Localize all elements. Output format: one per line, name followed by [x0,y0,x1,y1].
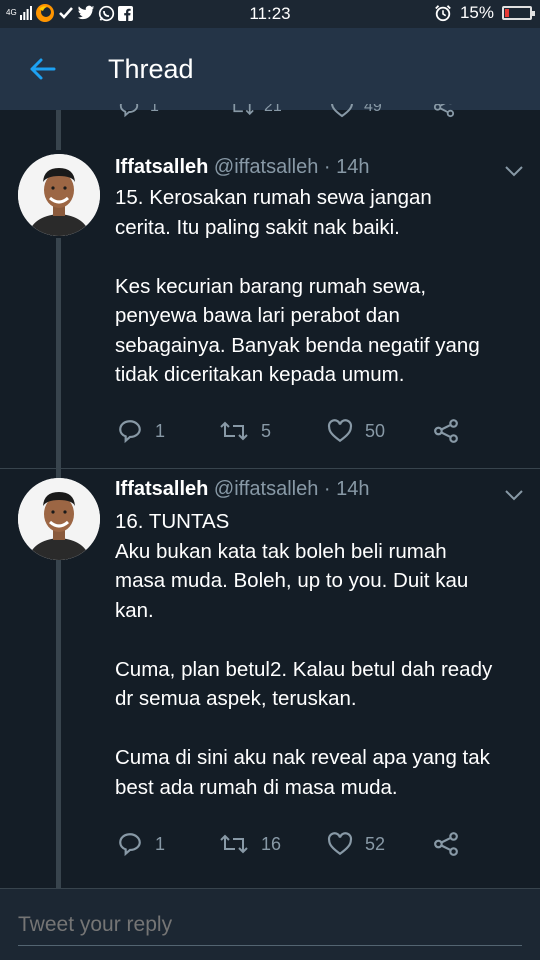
reply-icon [119,833,141,857]
avatar[interactable] [18,478,100,560]
retweet-count: 5 [261,420,272,441]
tweet-text-line: best ada rumah di masa muda. [115,775,398,799]
tweet-text-line: kan. [115,598,154,622]
reply-input[interactable] [18,913,522,946]
tweet-text-line: tidak diceritakan kepada umum. [115,363,405,386]
retweet-button[interactable]: 5 [219,416,271,446]
like-count: 50 [365,420,386,441]
tweet-header: Iffatsalleh @iffatsalleh · 14h [115,478,370,501]
reply-icon [119,420,141,444]
battery-percent: 15% [459,3,494,22]
like-button[interactable]: 50 [327,416,385,446]
reply-button[interactable]: 1 [117,829,165,859]
tweet-text-line: dr semua aspek, teruskan. [115,687,357,710]
share-button[interactable] [433,416,459,446]
retweet-count: 21 [264,104,282,115]
avatar[interactable] [18,154,100,236]
page-title: Thread [108,54,194,84]
retweet-button[interactable]: 16 [219,829,281,859]
user-handle[interactable]: @iffatsalleh [214,478,318,500]
retweet-count: 16 [261,833,282,854]
alarm-clock-icon [434,4,452,22]
reply-icon[interactable]: 1 [118,104,159,118]
like-count: 49 [364,104,382,115]
reply-count: 1 [155,420,166,441]
tweet-text-line: Kes kecurian barang rumah sewa, [115,274,427,298]
tweet-time: · 14h [323,478,370,500]
tweet-text: 16. TUNTAS Aku bukan kata tak boleh beli… [115,507,530,802]
tweet-text-line: sebagainya. Banyak benda negatif yang [115,333,480,357]
tweet-text: 15. Kerosakan rumah sewa jangan cerita. … [115,183,530,390]
retweet-icon [220,421,248,441]
retweet-icon [220,834,248,854]
tweet-header: Iffatsalleh @iffatsalleh · 14h [115,156,370,179]
status-bar: 4G 11:23 15% [0,0,540,28]
back-button[interactable] [22,52,62,86]
tweet-text-line: Aku bukan kata tak boleh beli rumah [115,539,447,563]
tweet-text-line: masa muda. Boleh, up to you. Duit kau [115,569,469,592]
tweet-card[interactable]: Iffatsalleh @iffatsalleh · 14h 15. Keros… [0,150,540,468]
reply-count: 1 [150,104,159,115]
display-name[interactable]: Iffatsalleh [115,478,208,500]
arrow-left-icon [30,58,56,80]
tweet-time: · 14h [323,156,370,178]
retweet-icon[interactable]: 21 [230,104,282,118]
user-handle[interactable]: @iffatsalleh [214,156,318,178]
heart-icon [327,832,353,856]
tweet-text-line: Cuma di sini aku nak reveal apa yang tak [115,746,490,769]
tweet-menu-button[interactable] [504,164,524,178]
user-portrait-icon [18,478,100,560]
tweet-card[interactable]: Iffatsalleh @iffatsalleh · 14h 16. TUNTA… [0,474,540,884]
tweet-text-line: 15. Kerosakan rumah sewa jangan [115,186,432,209]
tweet-actions: 1 16 52 [115,829,475,859]
tweet-text-line: 16. TUNTAS [115,510,230,533]
like-button[interactable]: 52 [327,829,385,859]
tweet-text-line: Cuma, plan betul2. Kalau betul dah ready [115,657,493,681]
user-portrait-icon [18,154,100,236]
like-count: 52 [365,833,386,854]
chevron-down-icon [505,166,523,177]
display-name[interactable]: Iffatsalleh [115,156,208,178]
thread-connector-line [56,110,61,150]
share-button[interactable] [433,829,459,859]
tweet-divider [0,468,540,469]
reply-composer [0,888,540,960]
tweet-menu-button[interactable] [504,488,524,502]
tweet-text-line: cerita. Itu paling sakit nak baiki. [115,215,400,239]
share-icon[interactable] [432,104,456,118]
battery-icon [502,6,535,20]
reply-count: 1 [155,833,166,854]
tweet-text-line: penyewa bawa lari perabot dan [115,304,400,327]
heart-icon [327,419,353,443]
tweet-actions: 1 5 50 [115,416,475,446]
previous-tweet-actions: 1 21 49 [110,104,490,120]
share-icon [434,832,458,856]
app-header: Thread [0,28,540,110]
heart-icon[interactable]: 49 [330,104,382,118]
share-icon [434,419,458,443]
reply-button[interactable]: 1 [117,416,165,446]
chevron-down-icon [505,490,523,501]
